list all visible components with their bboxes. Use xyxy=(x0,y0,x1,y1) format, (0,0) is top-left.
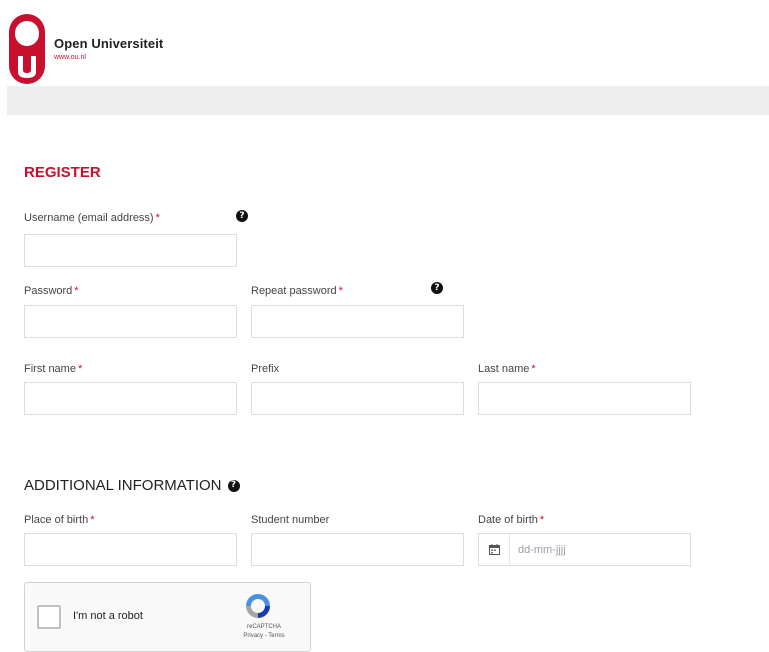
recaptcha-logo-icon xyxy=(246,594,270,618)
calendar-icon[interactable] xyxy=(479,534,510,565)
first-name-input[interactable] xyxy=(24,382,237,415)
student-number-input[interactable] xyxy=(251,533,464,566)
recaptcha-label: I'm not a robot xyxy=(73,610,143,622)
date-placeholder: dd-mm-jjjj xyxy=(518,543,566,556)
recaptcha-widget: I'm not a robot reCAPTCHA Privacy - Term… xyxy=(24,582,311,652)
date-of-birth-label: Date of birth * xyxy=(478,514,545,526)
required-marker: * xyxy=(338,285,343,297)
question-circle-icon[interactable]: ? xyxy=(236,210,248,222)
place-of-birth-label: Place of birth * xyxy=(24,514,95,526)
prefix-input[interactable] xyxy=(251,382,464,415)
register-heading: REGISTER xyxy=(24,164,101,181)
brand-name: Open Universiteit xyxy=(54,36,164,51)
student-number-label: Student number xyxy=(251,514,330,526)
required-marker: * xyxy=(539,514,545,526)
prefix-label: Prefix xyxy=(251,363,280,375)
recaptcha-checkbox[interactable] xyxy=(37,605,61,629)
required-marker: * xyxy=(74,285,79,297)
ou-logo-icon[interactable] xyxy=(7,12,47,86)
required-marker: * xyxy=(77,363,83,375)
recaptcha-links[interactable]: Privacy - Terms xyxy=(239,633,289,639)
additional-information-heading: ADDITIONAL INFORMATION ? xyxy=(24,477,240,494)
date-of-birth-input[interactable]: dd-mm-jjjj xyxy=(478,533,691,566)
required-marker: * xyxy=(90,514,95,526)
password-input[interactable] xyxy=(24,305,237,338)
username-label: Username (email address) * xyxy=(24,212,160,224)
nav-bar xyxy=(7,86,769,115)
question-circle-icon[interactable]: ? xyxy=(431,282,443,294)
question-circle-icon[interactable]: ? xyxy=(227,479,240,492)
recaptcha-brand: reCAPTCHA xyxy=(246,624,281,630)
password-label: Password * xyxy=(24,285,79,297)
required-marker: * xyxy=(531,363,536,375)
required-marker: * xyxy=(155,212,160,224)
first-name-label: First name * xyxy=(24,363,83,375)
place-of-birth-input[interactable] xyxy=(24,533,237,566)
brand-url[interactable]: www.ou.nl xyxy=(54,54,86,61)
username-input[interactable] xyxy=(24,234,237,267)
last-name-label: Last name * xyxy=(478,363,536,375)
last-name-input[interactable] xyxy=(478,382,691,415)
repeat-password-label: Repeat password * xyxy=(251,285,343,297)
repeat-password-input[interactable] xyxy=(251,305,464,338)
